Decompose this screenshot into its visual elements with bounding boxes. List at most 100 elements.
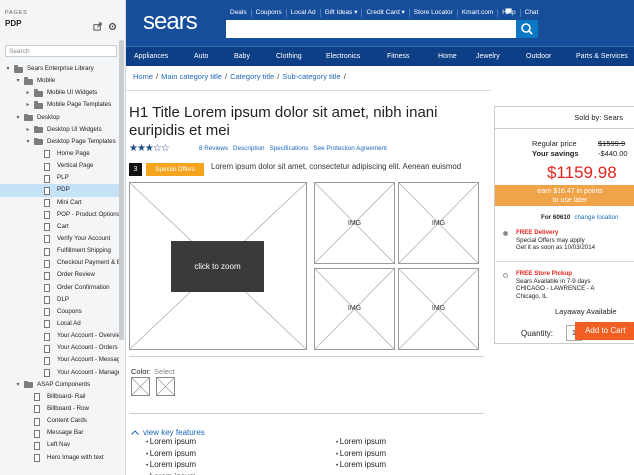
breadcrumb-link[interactable]: Main category title: [161, 72, 222, 81]
tree-page-row[interactable]: Message Bar: [0, 427, 119, 439]
review-link[interactable]: Description: [233, 145, 265, 152]
view-key-features-link[interactable]: view key features: [143, 428, 205, 437]
tree-page-row[interactable]: Your Account - Orders: [0, 342, 119, 354]
special-offers-button[interactable]: Special Offers: [146, 163, 204, 176]
sidebar-search-input[interactable]: [5, 45, 117, 57]
nav-item[interactable]: Parts & Services: [576, 47, 628, 67]
nav-item[interactable]: Appliances: [134, 47, 168, 67]
pickup-detail: Chicago, IL: [516, 292, 548, 300]
disclosure-triangle-icon[interactable]: ▾: [15, 112, 21, 124]
top-link[interactable]: Coupons: [250, 9, 286, 17]
site-search-input[interactable]: [226, 20, 516, 38]
tree-page-row[interactable]: Mini Cart: [0, 197, 119, 209]
color-swatch[interactable]: [156, 377, 175, 396]
thumbnail-image[interactable]: IMG: [314, 182, 395, 264]
feature-item: • Lorem ipsum: [336, 449, 386, 458]
disclosure-triangle-icon[interactable]: ▸: [25, 124, 31, 136]
pickup-radio[interactable]: [503, 273, 508, 278]
search-button[interactable]: [516, 20, 538, 38]
tree-page-row[interactable]: PLP: [0, 172, 119, 184]
disclosure-triangle-icon[interactable]: ▾: [15, 75, 21, 87]
tree-page-row[interactable]: Checkout Payment & B: [0, 257, 119, 269]
settings-icon[interactable]: [108, 22, 117, 31]
tree-page-row[interactable]: Verify Your Account: [0, 233, 119, 245]
chevron-up-icon[interactable]: [131, 430, 139, 435]
tree-page-row[interactable]: Hero Image with text: [0, 452, 119, 464]
breadcrumb-link[interactable]: Sub-category title: [282, 72, 340, 81]
tree-folder-row[interactable]: ▸ Mobile Page Templates: [0, 99, 119, 111]
nav-item[interactable]: Baby: [234, 47, 250, 67]
tree-page-row[interactable]: PDP: [0, 184, 119, 197]
nav-item[interactable]: Fitness: [387, 47, 410, 67]
tree-page-row[interactable]: Fulfillment Shipping: [0, 245, 119, 257]
sidebar-scrollbar[interactable]: [119, 40, 124, 340]
page-icon: [44, 308, 50, 317]
click-to-zoom-button[interactable]: click to zoom: [171, 241, 264, 292]
tree-page-row[interactable]: Cart: [0, 221, 119, 233]
delivery-radio[interactable]: [503, 231, 508, 236]
tree-page-row[interactable]: DLP: [0, 294, 119, 306]
tree-page-row[interactable]: Coupons: [0, 306, 119, 318]
tree-page-row[interactable]: Billboard - Row: [0, 403, 119, 415]
top-link[interactable]: Chat: [519, 9, 543, 17]
nav-item[interactable]: Auto: [194, 47, 208, 67]
top-link[interactable]: Store Locator: [408, 9, 457, 17]
breadcrumb-separator: /: [343, 72, 346, 81]
tree-page-row[interactable]: Left Nav: [0, 439, 119, 451]
breadcrumb-link[interactable]: Category title: [230, 72, 274, 81]
feature-item: • Lorem ipsum: [336, 460, 386, 469]
top-links: Deals Coupons Local Ad Gift Ideas ▾ Credit C…: [226, 9, 542, 17]
disclosure-triangle-icon[interactable]: ▸: [25, 87, 31, 99]
tree-page-row[interactable]: Order Review: [0, 269, 119, 281]
tree-page-row[interactable]: Your Account - Overvie: [0, 330, 119, 342]
tree-page-row[interactable]: Content Cards: [0, 415, 119, 427]
change-location-link[interactable]: change location: [574, 214, 618, 221]
review-link[interactable]: 8 Reviews: [199, 145, 228, 152]
top-link[interactable]: Deals: [226, 9, 251, 17]
disclosure-triangle-icon[interactable]: ▸: [25, 99, 31, 111]
top-link[interactable]: Gift Ideas ▾: [319, 9, 362, 17]
add-to-cart-button[interactable]: Add to Cart: [575, 322, 634, 340]
tree-page-row[interactable]: POP - Product Options: [0, 209, 119, 221]
feature-item: • Lorem ipsum: [146, 472, 196, 475]
thumbnail-label: IMG: [347, 305, 362, 312]
disclosure-triangle-icon[interactable]: ▾: [5, 63, 11, 75]
page-icon: [44, 320, 50, 329]
tree-folder-row[interactable]: ▾ Sears Enterprise Library: [0, 63, 119, 75]
thumbnail-image[interactable]: IMG: [398, 182, 479, 264]
review-link[interactable]: See Protection Agreement: [313, 145, 387, 152]
nav-item[interactable]: Jewelry: [476, 47, 500, 67]
delivery-option: FREE Delivery Special Offers may apply G…: [516, 229, 595, 252]
thumbnail-image[interactable]: IMG: [314, 268, 395, 350]
disclosure-triangle-icon[interactable]: ▾: [25, 136, 31, 148]
tree-folder-row[interactable]: ▾ Mobile: [0, 75, 119, 87]
tree-page-row[interactable]: Vertical Page: [0, 160, 119, 172]
page-icon: [44, 296, 50, 305]
tree-page-row[interactable]: Home Page: [0, 148, 119, 160]
disclosure-triangle-icon[interactable]: ▾: [15, 379, 21, 391]
top-link[interactable]: Credit Card ▾: [361, 9, 408, 17]
nav-item[interactable]: Clothing: [276, 47, 302, 67]
tree-folder-row[interactable]: ▸ Mobile UI Widgets: [0, 87, 119, 99]
tree-page-row[interactable]: Your Account - Manage: [0, 367, 119, 379]
tree-page-row[interactable]: Your Account - Messag: [0, 354, 119, 366]
nav-item[interactable]: Home: [438, 47, 457, 67]
breadcrumb-link[interactable]: Home: [133, 72, 153, 81]
review-link[interactable]: Specifications: [270, 145, 309, 152]
tree-folder-row[interactable]: ▾ ASAP Components: [0, 379, 119, 391]
top-link[interactable]: Local Ad: [285, 9, 320, 17]
tree-folder-row[interactable]: ▸ Desktop UI Widgets: [0, 124, 119, 136]
color-swatch[interactable]: [131, 377, 150, 396]
nav-item[interactable]: Outdoor: [526, 47, 551, 67]
nav-item[interactable]: Electronics: [326, 47, 360, 67]
export-icon[interactable]: [93, 22, 102, 31]
tree-page-row[interactable]: Billboard- Rail: [0, 391, 119, 403]
tree-page-row[interactable]: Local Ad: [0, 318, 119, 330]
tree-folder-row[interactable]: ▾ Desktop Page Templates: [0, 136, 119, 148]
top-link[interactable]: Kmart.com: [456, 9, 497, 17]
tree-folder-row[interactable]: ▾ Desktop: [0, 112, 119, 124]
tree-page-row[interactable]: Order Confirmation: [0, 282, 119, 294]
page-icon: [44, 150, 50, 159]
sears-logo[interactable]: sears: [143, 8, 198, 36]
thumbnail-image[interactable]: IMG: [398, 268, 479, 350]
